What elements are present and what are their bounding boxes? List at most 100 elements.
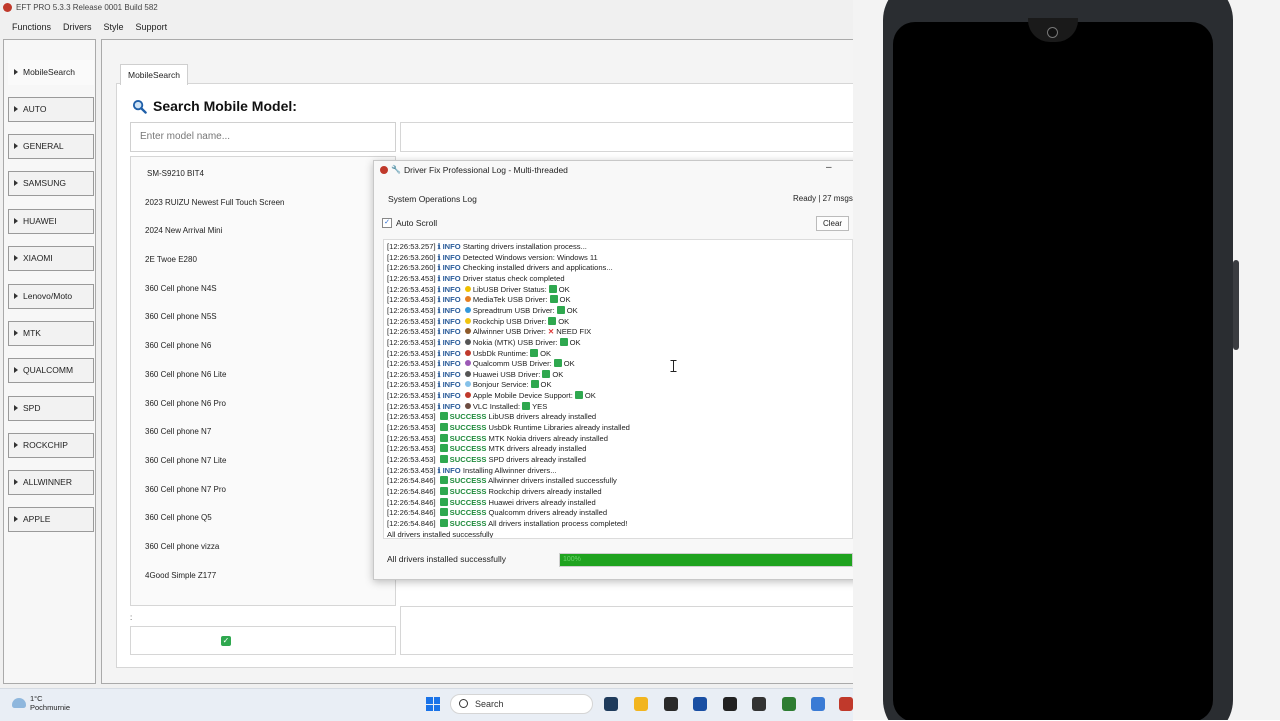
log-level: INFO: [442, 252, 461, 262]
window-title: EFT PRO 5.3.3 Release 0001 Build 582: [16, 3, 158, 12]
sidebar-item-apple[interactable]: APPLE: [8, 507, 94, 532]
app-icon-alert[interactable]: [723, 697, 737, 711]
log-timestamp: [12:26:53.453]: [387, 391, 438, 401]
eft-pro-taskbar-icon[interactable]: [839, 697, 853, 711]
sidebar-item-samsung[interactable]: SAMSUNG: [8, 171, 94, 196]
spreadsheet-app-icon[interactable]: [782, 697, 796, 711]
check-icon: [439, 486, 448, 495]
taskbar-search[interactable]: Search: [450, 694, 593, 714]
log-timestamp: [12:26:54.846]: [387, 486, 438, 496]
list-item[interactable]: 360 Cell phone N7 Pro: [145, 483, 226, 497]
list-item[interactable]: 360 Cell phone N7: [145, 425, 211, 439]
log-result: OK: [552, 369, 564, 379]
list-item[interactable]: 360 Cell phone N6 Lite: [145, 368, 226, 382]
weather-condition: Pochmurnie: [30, 703, 71, 712]
autoscroll-toggle[interactable]: ✓ Auto Scroll: [382, 218, 437, 228]
chevron-right-icon: [14, 479, 18, 485]
save-app-icon[interactable]: [693, 697, 707, 711]
check-icon: [439, 455, 448, 463]
task-view-icon[interactable]: [604, 697, 618, 711]
log-level: SUCCESS: [449, 476, 487, 486]
log-level: SUCCESS: [449, 423, 487, 433]
log-timestamp: [12:26:53.453]: [387, 327, 438, 337]
sidebar-item-lenovo-moto[interactable]: Lenovo/Moto: [8, 284, 94, 309]
media-player-icon[interactable]: [752, 697, 766, 711]
tab-mobilesearch[interactable]: MobileSearch: [120, 64, 188, 85]
menu-bar: Functions Drivers Style Support: [0, 18, 853, 36]
menu-drivers[interactable]: Drivers: [57, 18, 98, 36]
log-message: SPD drivers already installed: [488, 455, 587, 464]
log-timestamp: [12:26:53.453]: [387, 433, 438, 443]
minimize-button[interactable]: –: [826, 162, 832, 173]
log-level: SUCCESS: [449, 508, 487, 518]
log-message: Nokia (MTK) USB Driver:: [472, 337, 558, 347]
list-item[interactable]: 4Good Simple Z177: [145, 569, 216, 583]
sidebar-item-mobilesearch[interactable]: MobileSearch: [8, 60, 94, 85]
log-level: SUCCESS: [449, 518, 487, 528]
model-list[interactable]: SM-S9210 BIT4 2023 RUIZU Newest Full Tou…: [130, 156, 396, 606]
menu-style[interactable]: Style: [98, 18, 130, 36]
log-level: INFO: [442, 242, 461, 251]
log-level: INFO: [442, 391, 461, 401]
list-item[interactable]: 360 Cell phone N6 Pro: [145, 397, 226, 411]
wrench-icon: 🔧: [391, 165, 401, 174]
check-icon[interactable]: ✓: [221, 636, 231, 646]
log-level: INFO: [442, 348, 461, 358]
chevron-right-icon: [14, 442, 18, 448]
check-icon: [439, 518, 448, 527]
log-level: INFO: [442, 337, 461, 347]
check-icon: [542, 369, 551, 378]
phone-camera-view: [853, 0, 1280, 720]
driver-icon: [464, 285, 471, 292]
menu-functions[interactable]: Functions: [0, 18, 57, 36]
eft-pro-window: EFT PRO 5.3.3 Release 0001 Build 582 Fun…: [0, 0, 853, 688]
sidebar-item-rockchip[interactable]: ROCKCHIP: [8, 433, 94, 458]
log-level: INFO: [442, 305, 461, 315]
phone-side-button: [1233, 260, 1239, 350]
check-icon: [439, 497, 448, 506]
sidebar-item-qualcomm[interactable]: QUALCOMM: [8, 358, 94, 383]
log-result: OK: [566, 305, 578, 315]
log-level: SUCCESS: [449, 433, 487, 443]
model-search-input[interactable]: Enter model name...: [130, 122, 396, 152]
sidebar-item-auto[interactable]: AUTO: [8, 97, 94, 122]
log-message: All drivers installation process complet…: [488, 518, 628, 528]
search-icon: [459, 699, 468, 708]
list-item[interactable]: 2E Twoe E280: [145, 253, 197, 267]
browser-icon[interactable]: [811, 697, 825, 711]
list-item[interactable]: 360 Cell phone vizza: [145, 540, 219, 554]
file-explorer-icon[interactable]: [634, 697, 648, 711]
log-level: INFO: [442, 401, 461, 411]
list-item[interactable]: SM-S9210 BIT4: [147, 167, 204, 181]
check-icon: [574, 391, 583, 400]
list-item[interactable]: 360 Cell phone N5S: [145, 310, 217, 324]
sidebar-item-huawei[interactable]: HUAWEI: [8, 209, 94, 234]
start-button[interactable]: [426, 697, 440, 711]
log-timestamp: [12:26:53.453]: [387, 380, 438, 390]
sidebar-item-xiaomi[interactable]: XIAOMI: [8, 246, 94, 271]
log-line: [12:26:53.453] ℹ INFO Rockchip USB Driver…: [387, 316, 570, 326]
list-item[interactable]: 360 Cell phone Q5: [145, 511, 212, 525]
clear-button[interactable]: Clear: [816, 216, 849, 231]
list-item[interactable]: 2024 New Arrival Mini: [145, 224, 222, 238]
check-icon: [439, 508, 448, 517]
list-item[interactable]: 360 Cell phone N7 Lite: [145, 454, 226, 468]
sidebar-item-spd[interactable]: SPD: [8, 396, 94, 421]
checkbox-checked-icon[interactable]: ✓: [382, 218, 392, 228]
log-message: UsbDk Runtime:: [472, 348, 529, 358]
weather-widget[interactable]: 1°C Pochmurnie: [12, 694, 70, 712]
sidebar-item-allwinner[interactable]: ALLWINNER: [8, 470, 94, 495]
log-line: [12:26:54.846] SUCCESS Allwinner drivers…: [387, 476, 617, 487]
list-item[interactable]: 360 Cell phone N6: [145, 339, 211, 353]
driver-icon: [464, 306, 471, 313]
dialog-title: Driver Fix Professional Log - Multi-thre…: [403, 165, 568, 175]
list-item[interactable]: 360 Cell phone N4S: [145, 282, 217, 296]
log-message: Huawei USB Driver:: [472, 369, 541, 379]
sidebar-item-mtk[interactable]: MTK: [8, 321, 94, 346]
app-icon-camera[interactable]: [664, 697, 678, 711]
sidebar-item-general[interactable]: GENERAL: [8, 134, 94, 159]
list-item[interactable]: 2023 RUIZU Newest Full Touch Screen: [145, 196, 284, 210]
menu-support[interactable]: Support: [130, 18, 174, 36]
log-output[interactable]: [12:26:53.257] ℹ INFO Starting drivers in…: [383, 239, 853, 539]
log-line: [12:26:53.453] ℹ INFO Installing Allwinne…: [387, 465, 557, 475]
